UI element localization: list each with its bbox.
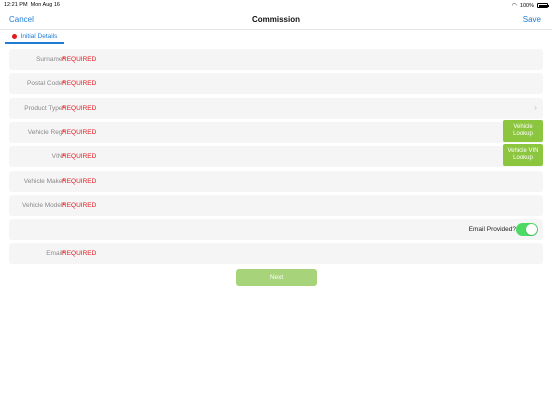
status-bar: 12:21 PM Mon Aug 16 ◠ 100% (0, 0, 552, 10)
vehicle-lookup-button[interactable]: Vehicle Lookup (503, 120, 543, 142)
status-date: Mon Aug 16 (30, 2, 60, 8)
email-placeholder: REQUIRED (62, 250, 97, 257)
save-button[interactable]: Save (523, 15, 541, 24)
vehicle-make-field[interactable]: Vehicle Make* REQUIRED (9, 171, 543, 192)
next-button[interactable]: Next (236, 269, 317, 286)
postal-code-field[interactable]: Postal Code* REQUIRED (9, 73, 543, 94)
email-provided-label: Email Provided? (468, 226, 516, 233)
postal-code-placeholder: REQUIRED (62, 80, 97, 87)
chevron-right-icon: › (534, 102, 537, 112)
surname-label: Surname* (36, 56, 65, 63)
vin-placeholder: REQUIRED (62, 153, 97, 160)
vehicle-model-label-text: Vehicle Model (21, 202, 63, 209)
page-title: Commission (251, 15, 300, 24)
wifi-icon: ◠ (511, 3, 517, 9)
product-type-label-text: Product Type (24, 105, 63, 112)
vehicle-model-label: Vehicle Model* (22, 202, 65, 209)
vin-lookup-button[interactable]: Vehicle VIN Lookup (503, 144, 543, 166)
vehicle-make-label-text: Vehicle Make (23, 178, 63, 185)
tab-initial-details[interactable]: Initial Details (5, 30, 64, 44)
status-right: ◠ 100% (511, 2, 549, 9)
status-time: 12:21 PM (4, 2, 28, 8)
vehicle-reg-field[interactable]: Vehicle Reg* REQUIRED Vehicle Lookup (9, 120, 543, 143)
postal-code-label: Postal Code* (27, 80, 65, 87)
tab-label: Initial Details (20, 32, 58, 40)
vehicle-reg-label: Vehicle Reg* (28, 129, 65, 136)
vin-field[interactable]: VIN* REQUIRED Vehicle VIN Lookup (9, 144, 543, 167)
vehicle-model-placeholder: REQUIRED (62, 202, 97, 209)
vehicle-make-label: Vehicle Make* (24, 178, 65, 185)
email-field[interactable]: Email* REQUIRED (9, 243, 543, 264)
product-type-label: Product Type* (24, 105, 65, 112)
postal-code-label-text: Postal Code (27, 80, 63, 87)
surname-field[interactable]: Surname* REQUIRED (9, 49, 543, 70)
battery-percent: 100% (519, 2, 534, 9)
product-type-placeholder: REQUIRED (62, 105, 97, 112)
error-dot-icon (11, 33, 17, 39)
email-provided-row: Email Provided? (9, 219, 543, 240)
vehicle-make-placeholder: REQUIRED (62, 178, 97, 185)
vehicle-reg-label-text: Vehicle Reg (27, 129, 63, 136)
vehicle-model-field[interactable]: Vehicle Model* REQUIRED (9, 195, 543, 216)
status-time-date: 12:21 PM Mon Aug 16 (4, 2, 60, 8)
vin-label-text: VIN (51, 153, 63, 160)
vehicle-reg-placeholder: REQUIRED (62, 129, 97, 136)
email-label-text: Email (46, 250, 63, 257)
battery-icon (537, 3, 549, 8)
navigation-bar: Cancel Commission Save (0, 10, 552, 30)
surname-label-text: Surname (36, 56, 63, 63)
surname-placeholder: REQUIRED (62, 56, 97, 63)
email-provided-toggle[interactable] (516, 223, 538, 236)
product-type-field[interactable]: Product Type* REQUIRED › (9, 98, 543, 119)
